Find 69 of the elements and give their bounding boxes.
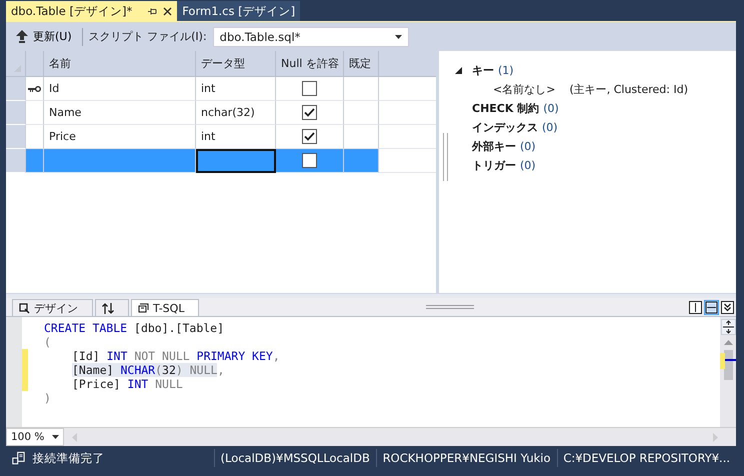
code-line: ) [44, 391, 51, 405]
split-handle-icon[interactable] [720, 319, 736, 335]
tree-item-label: 外部キー [472, 139, 516, 154]
tree-item-count: (1) [498, 64, 514, 77]
pane-tab[interactable] [95, 299, 129, 316]
status-text: (LocalDB)¥MSSQLLocalDB [220, 451, 371, 465]
script-file-label: スクリプト ファイル(I): [88, 29, 207, 44]
tree-item[interactable]: インデックス (0) [455, 118, 688, 137]
status-text: 接続準備完了 [32, 450, 106, 466]
tree-item-label: トリガー [472, 158, 516, 173]
tree-item[interactable]: <名前なし> (主キー, Clustered: Id) [455, 80, 688, 99]
document-tab[interactable]: Form1.cs [デザイン] [177, 1, 300, 21]
change-marker [720, 353, 725, 369]
table-cell[interactable]: int [196, 77, 276, 101]
tree-item-label: キー [472, 63, 494, 78]
column-header[interactable]: データ型 [196, 51, 276, 77]
key-cell[interactable] [26, 149, 44, 173]
zoom-dropdown[interactable]: 100 % [6, 428, 64, 446]
checkbox[interactable] [302, 105, 317, 120]
connection-icon [12, 450, 27, 466]
script-icon [138, 303, 149, 313]
key-cell[interactable] [26, 77, 44, 101]
status-text: ROCKHOPPER¥NEGISHI Yukio [382, 451, 552, 465]
design-icon [19, 302, 30, 314]
column-header[interactable]: 既定 [344, 51, 379, 77]
table-cell[interactable] [196, 149, 276, 173]
tree-item-count: (0) [542, 121, 558, 134]
code-line: [Price] INT NULL [72, 377, 183, 391]
code-line: CREATE TABLE [dbo].[Table] [44, 321, 224, 335]
script-file-dropdown[interactable]: dbo.Table.sql* [212, 26, 409, 46]
update-button[interactable]: 更新(U) [12, 27, 76, 46]
tree-item[interactable]: 外部キー (0) [455, 137, 688, 156]
document-tab[interactable]: dbo.Table [デザイン]* [6, 1, 178, 21]
tree-item[interactable]: CHECK 制約 (0) [455, 99, 688, 118]
vertical-split-icon[interactable] [689, 300, 702, 314]
tree-item-label: <名前なし> [493, 82, 556, 97]
table-cell[interactable]: nchar(32) [196, 101, 276, 125]
checkbox[interactable] [302, 129, 317, 144]
pane-tab[interactable]: デザイン [12, 299, 93, 316]
column-header[interactable]: Null を許容 [276, 51, 344, 77]
tree-item[interactable]: キー (1) [455, 61, 688, 80]
up-arrow-icon [16, 30, 28, 43]
key-cell[interactable] [26, 101, 44, 125]
column-header[interactable]: 名前 [44, 51, 196, 77]
collapse-pane-icon[interactable] [721, 300, 734, 314]
code-line: [Id] INT NOT NULL PRIMARY KEY, [72, 349, 280, 363]
tree-item-detail: (主キー, Clustered: Id) [569, 82, 688, 97]
swap-arrows-icon [102, 302, 114, 314]
table-cell[interactable]: Id [44, 77, 196, 101]
pin-icon[interactable] [148, 6, 158, 16]
code-line: ( [44, 335, 51, 349]
tree-item-label: インデックス [472, 120, 538, 135]
table-cell[interactable]: Name [44, 101, 196, 125]
status-text: C:¥DEVELOP REPOSITORY¥... [562, 451, 732, 465]
tree-item-count: (0) [543, 102, 559, 115]
expand-arrow-icon[interactable] [455, 67, 462, 74]
tree-item[interactable]: トリガー (0) [455, 156, 688, 175]
dropdown-arrow-icon [394, 34, 402, 38]
close-icon[interactable] [163, 6, 172, 16]
pane-tab[interactable]: T-SQL [131, 299, 200, 316]
checkbox[interactable] [302, 81, 317, 96]
tree-item-label: CHECK 制約 [472, 101, 540, 116]
checkbox[interactable] [302, 153, 317, 168]
horizontal-split-icon[interactable] [704, 300, 719, 314]
tree-item-count: (0) [520, 140, 536, 153]
dropdown-arrow-icon [52, 435, 59, 439]
key-icon [28, 86, 41, 92]
code-line: [Name] NCHAR(32) NULL, [72, 363, 224, 377]
tree-item-count: (0) [520, 159, 536, 172]
